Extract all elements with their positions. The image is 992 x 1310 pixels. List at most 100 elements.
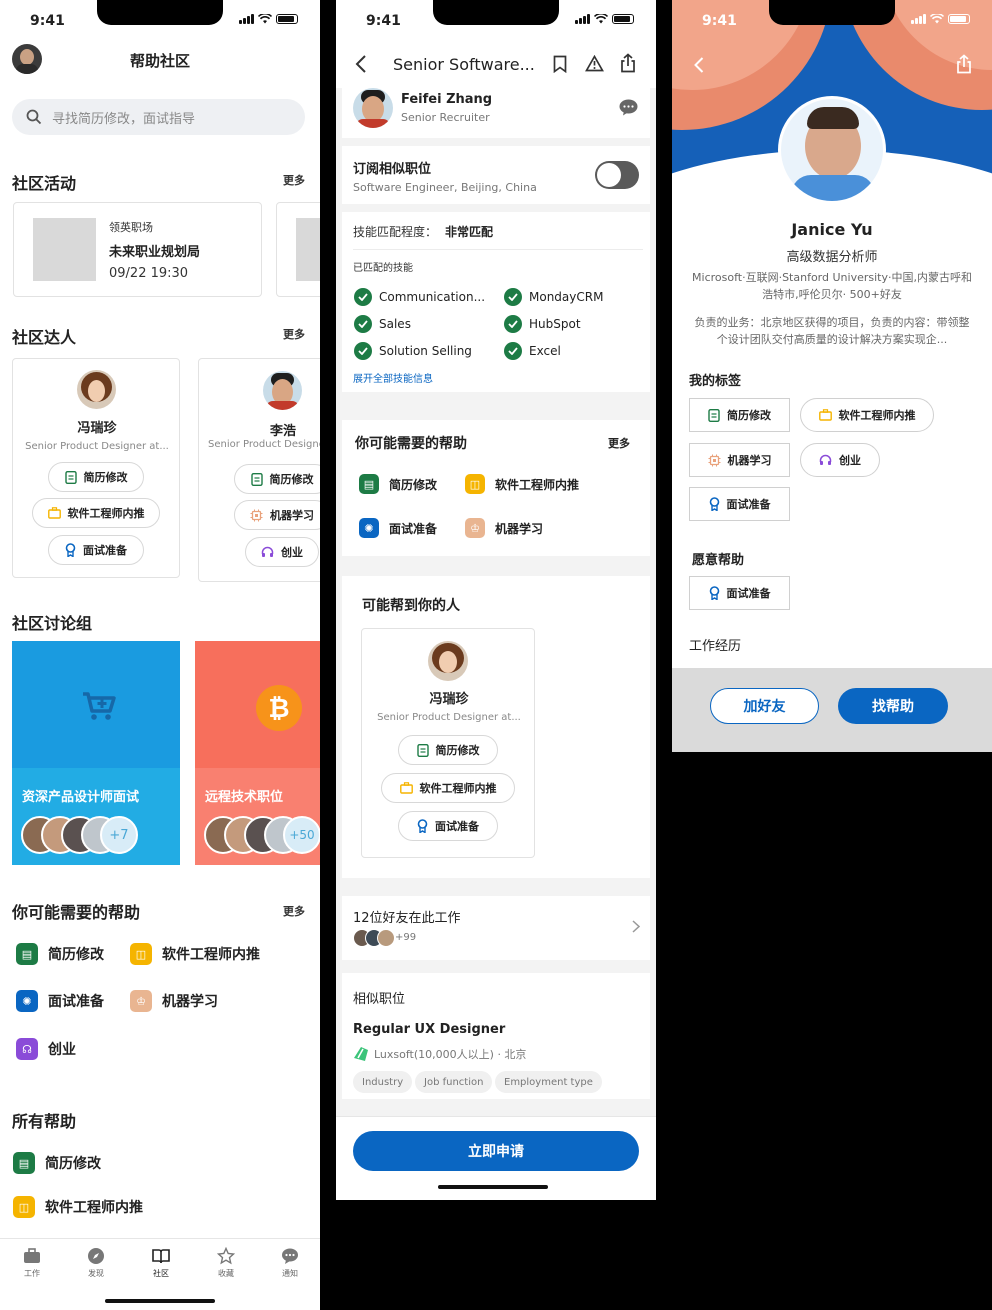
similar-job-title[interactable]: Regular UX Designer (353, 1022, 505, 1037)
company-logo-icon (354, 1047, 368, 1061)
skill-label: Sales (379, 316, 411, 331)
tag-ml[interactable]: 机器学习 (689, 443, 790, 477)
document-icon (708, 408, 720, 422)
subscribe-toggle[interactable] (595, 161, 639, 189)
warning-icon[interactable] (585, 55, 604, 72)
member-count: +50 (283, 816, 320, 854)
status-time: 9:41 (702, 13, 737, 29)
award-icon (65, 543, 76, 557)
expand-skills-link[interactable]: 展开全部技能信息 (353, 370, 433, 385)
tab-favorites[interactable]: 收藏 (206, 1247, 246, 1279)
home-indicator (438, 1185, 548, 1189)
activities-title: 社区活动 (12, 174, 77, 193)
headphones-icon: ☊ (16, 1038, 38, 1060)
tag-interview[interactable]: 面试准备 (398, 811, 498, 841)
back-icon[interactable] (694, 57, 704, 73)
filter-tag[interactable]: Employment type (495, 1071, 602, 1093)
group-card[interactable]: 资深产品设计师面试 +7 (12, 641, 180, 865)
help-resume[interactable]: ▤ 简历修改 (13, 1152, 101, 1174)
activity-card[interactable] (276, 202, 320, 297)
help-referral[interactable]: ◫ 软件工程师内推 (465, 474, 579, 494)
chat-icon (282, 1248, 298, 1264)
willing-interview[interactable]: 面试准备 (689, 576, 790, 610)
tag-startup[interactable]: 创业 (245, 537, 319, 567)
document-icon: ▤ (359, 474, 379, 494)
tab-discover[interactable]: 发现 (76, 1247, 116, 1279)
message-icon[interactable] (619, 99, 638, 116)
find-help-button[interactable]: 找帮助 (838, 688, 948, 724)
wifi-icon (258, 14, 272, 24)
similar-title: 相似职位 (353, 992, 406, 1007)
tab-jobs[interactable]: 工作 (12, 1247, 52, 1279)
tag-referral[interactable]: 软件工程师内推 (800, 398, 934, 432)
company-text: Luxsoft(10,000人以上) · 北京 (374, 1048, 527, 1061)
tab-label: 收藏 (218, 1269, 234, 1278)
chevron-right-icon (632, 920, 640, 933)
help-startup[interactable]: ☊ 创业 (16, 1038, 76, 1060)
filter-tag[interactable]: Industry (353, 1071, 413, 1093)
share-icon[interactable] (620, 53, 636, 73)
briefcase-icon: ◫ (465, 474, 485, 494)
friends-row[interactable]: 12位好友在此工作 +99 (342, 896, 650, 960)
check-icon (354, 314, 372, 333)
help-label: 软件工程师内推 (495, 477, 580, 492)
bookmark-icon[interactable] (553, 55, 567, 73)
status-bar: 9:41 (336, 0, 656, 44)
help-resume[interactable]: ▤ 简历修改 (359, 474, 437, 494)
job-detail-screen: 9:41 Senior Software... Feifei Zhang Sen… (336, 0, 656, 1200)
tag-label: 面试准备 (726, 587, 771, 600)
help-referral[interactable]: ◫ 软件工程师内推 (13, 1196, 143, 1218)
tab-community[interactable]: 社区 (141, 1247, 181, 1279)
experts-more-link[interactable]: 更多 (283, 326, 305, 342)
expert-card[interactable]: 李浩 Senior Product Designe 简历修改 机器学习 创业 (198, 358, 320, 582)
help-label: 软件工程师内推 (45, 1200, 143, 1216)
skills-card: 技能匹配程度： 非常匹配 已匹配的技能 Communication... Sal… (342, 212, 650, 392)
group-card[interactable]: ₿ 远程技术职位 +50 (195, 641, 320, 865)
document-icon: ▤ (13, 1152, 35, 1174)
back-icon[interactable] (355, 55, 367, 73)
tag-referral[interactable]: 软件工程师内推 (381, 773, 515, 803)
apply-button[interactable]: 立即申请 (353, 1131, 639, 1171)
document-icon (416, 743, 429, 757)
tag-interview[interactable]: 面试准备 (48, 535, 144, 565)
recruiter-card[interactable]: Feifei Zhang Senior Recruiter (342, 88, 650, 138)
friends-text: 12位好友在此工作 (353, 911, 461, 926)
help-resume[interactable]: ▤ 简历修改 (16, 943, 104, 965)
skill-item: Communication... (354, 283, 485, 310)
tag-ml[interactable]: 机器学习 (234, 500, 320, 530)
tag-label: 面试准备 (435, 820, 479, 833)
expert-card[interactable]: 冯瑞珍 Senior Product Designer at... 简历修改 软… (12, 358, 180, 578)
help-interview[interactable]: ✺ 面试准备 (16, 990, 104, 1012)
activity-card[interactable]: 领英职场 未来职业规划局 09/22 19:30 (13, 202, 262, 297)
helper-card[interactable]: 冯瑞珍 Senior Product Designer at... 简历修改 软… (361, 628, 535, 858)
groups-title: 社区讨论组 (12, 614, 93, 633)
filter-tag[interactable]: Job function (415, 1071, 493, 1093)
compass-icon (88, 1248, 104, 1264)
help-ml[interactable]: ♔ 机器学习 (465, 518, 543, 538)
tab-notifications[interactable]: 通知 (270, 1247, 310, 1279)
tag-resume[interactable]: 简历修改 (398, 735, 498, 765)
search-input[interactable]: 寻找简历修改，面试指导 (12, 99, 305, 135)
help-referral[interactable]: ◫ 软件工程师内推 (130, 943, 260, 965)
skills-right: MondayCRM HubSpot Excel (504, 283, 603, 364)
tag-resume[interactable]: 简历修改 (689, 398, 790, 432)
may-need-more-link[interactable]: 更多 (608, 435, 630, 451)
help-label: 简历修改 (48, 947, 104, 963)
activities-more-link[interactable]: 更多 (283, 172, 305, 188)
add-friend-button[interactable]: 加好友 (710, 688, 819, 724)
tag-resume[interactable]: 简历修改 (234, 464, 320, 494)
chip-icon (250, 509, 263, 521)
search-icon (26, 109, 42, 125)
tag-startup[interactable]: 创业 (800, 443, 880, 477)
tag-interview[interactable]: 面试准备 (689, 487, 790, 521)
share-icon[interactable] (956, 54, 972, 74)
tag-resume[interactable]: 简历修改 (48, 462, 144, 492)
help-interview[interactable]: ✺ 面试准备 (359, 518, 437, 538)
activity-image (296, 218, 320, 281)
may-need-more-link[interactable]: 更多 (283, 903, 305, 919)
tag-referral[interactable]: 软件工程师内推 (32, 498, 160, 528)
help-ml[interactable]: ♔ 机器学习 (130, 990, 218, 1012)
tab-bar: 工作 发现 社区 收藏 通知 (0, 1238, 320, 1310)
profile-bio: 负责的业务：北京地区获得的项目，负责的内容：带领整个设计团队交付高质量的设计解决… (694, 316, 970, 346)
briefcase-icon (24, 1248, 40, 1263)
